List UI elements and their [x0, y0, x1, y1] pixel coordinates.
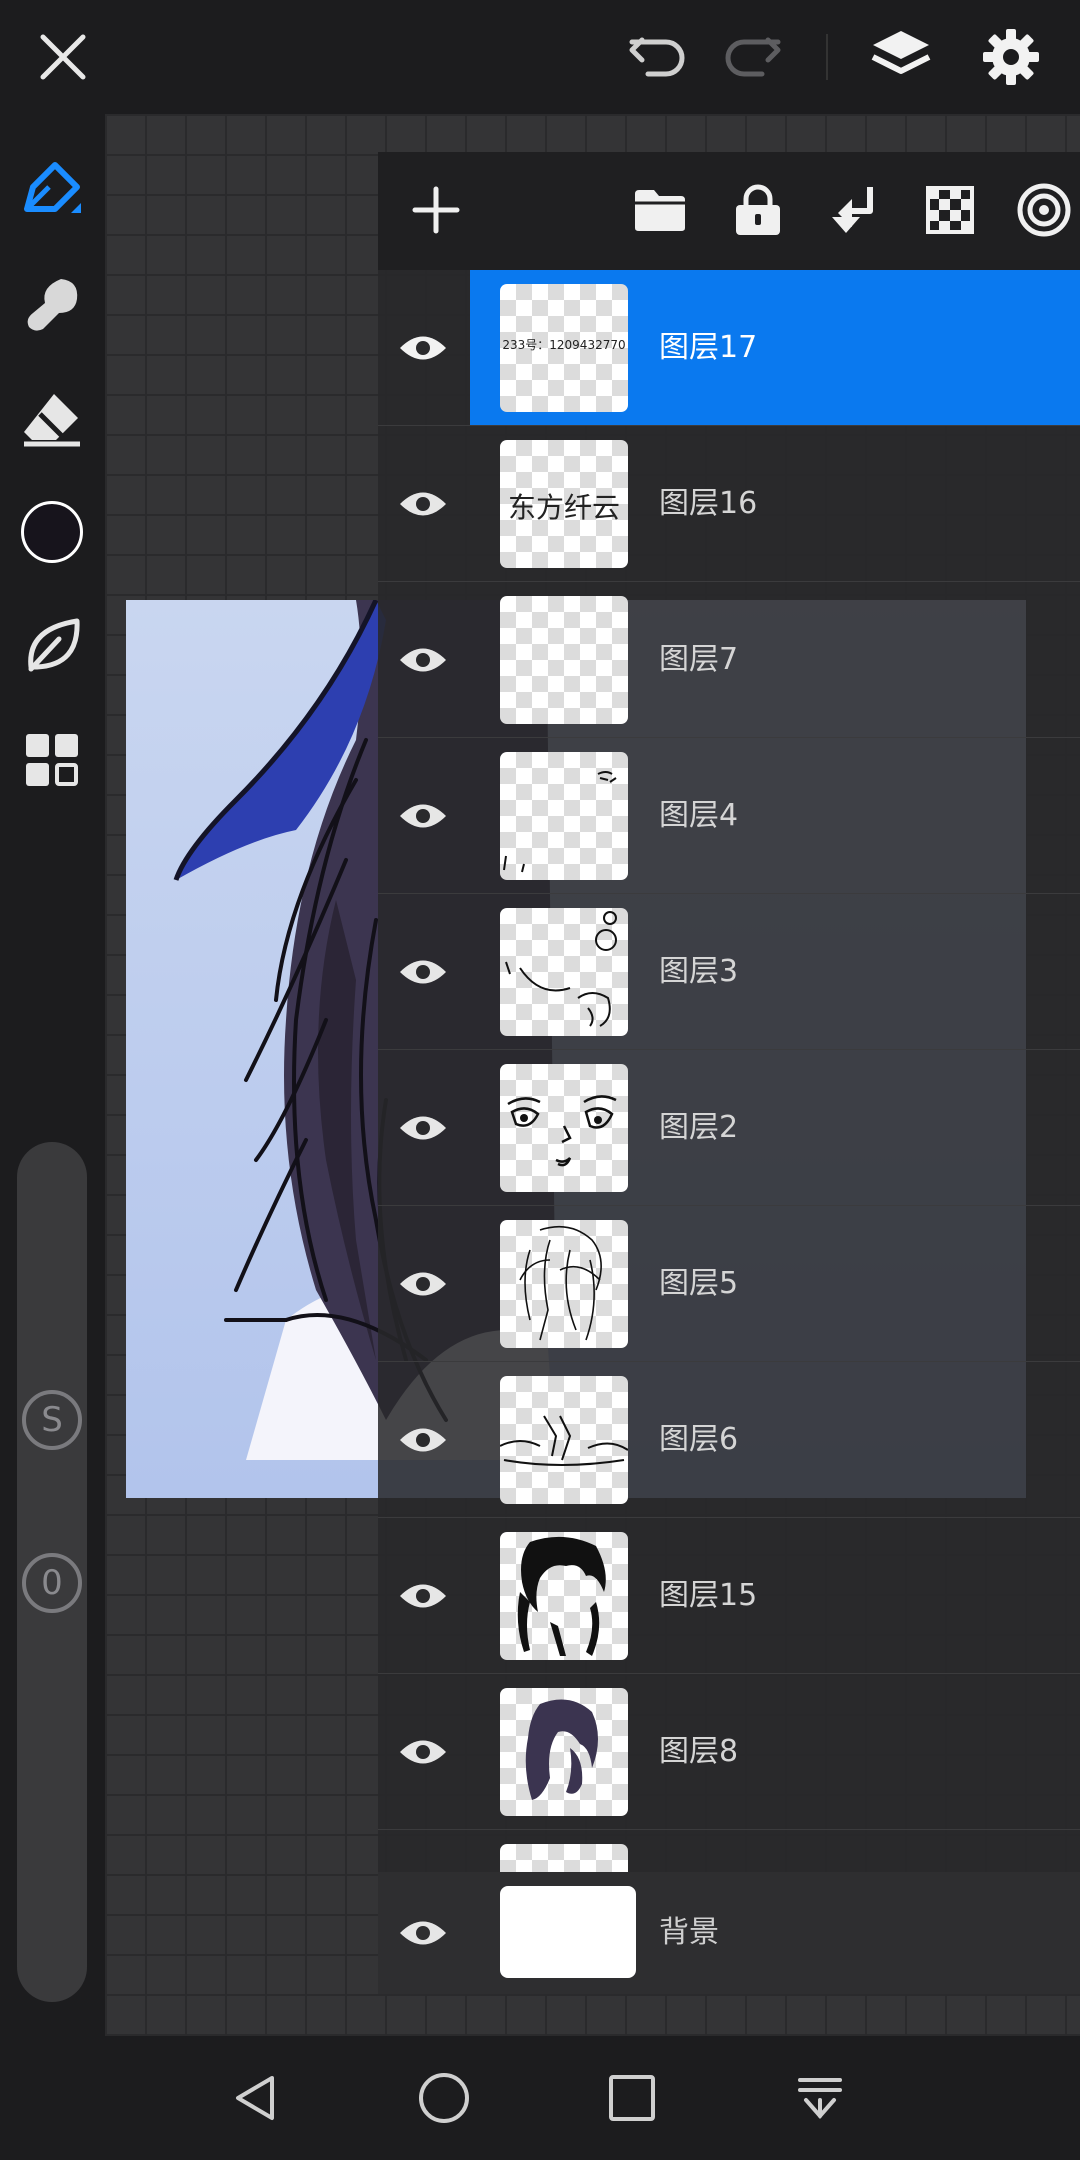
layer-thumbnail — [500, 1220, 628, 1348]
layer-thumbnail: 东方纤云 — [500, 440, 628, 568]
eye-icon[interactable] — [378, 1674, 468, 1829]
smudge-icon[interactable] — [10, 262, 94, 346]
layer-body[interactable]: 233号：1209432770 图层17 — [470, 270, 1080, 425]
layer-name: 图层4 — [659, 798, 739, 833]
lock-icon[interactable] — [720, 172, 796, 248]
redo-icon[interactable] — [710, 14, 796, 100]
layer-name: 图层3 — [659, 954, 739, 989]
layer-name: 图层5 — [659, 1266, 739, 1301]
layer-body[interactable]: 东方纤云 图层16 — [470, 426, 1080, 581]
eraser-icon[interactable] — [10, 376, 94, 460]
layer-name: 图层8 — [659, 1734, 739, 1769]
home-icon[interactable] — [404, 2058, 484, 2138]
thumbnail-text: 东方纤云 — [507, 491, 620, 524]
checkerboard-icon[interactable] — [912, 172, 988, 248]
top-toolbar — [0, 0, 1080, 114]
eye-icon[interactable] — [378, 270, 468, 425]
layer-row[interactable]: 图层5 — [378, 1206, 1080, 1361]
background-layer-name: 背景 — [659, 1915, 719, 1950]
thumbnail-text: 233号：1209432770 — [502, 338, 626, 352]
layer-name: 图层7 — [659, 642, 739, 677]
eye-icon[interactable] — [378, 1518, 468, 1673]
gear-icon[interactable] — [968, 14, 1054, 100]
layer-toolbar — [378, 152, 1080, 270]
layer-row[interactable]: 东方纤云 图层16 — [378, 426, 1080, 581]
layer-row[interactable]: 图层15 — [378, 1518, 1080, 1673]
layer-body[interactable]: 图层4 — [470, 738, 1080, 893]
layer-thumbnail — [500, 1064, 628, 1192]
tool-sidebar: S 0 — [0, 114, 105, 2036]
target-icon[interactable] — [1006, 172, 1080, 248]
size-slider-knob[interactable]: S — [17, 1385, 87, 1455]
folder-icon[interactable] — [622, 172, 698, 248]
layer-name: 图层16 — [659, 486, 758, 521]
layer-row[interactable]: 图层2 — [378, 1050, 1080, 1205]
notification-icon[interactable] — [780, 2058, 860, 2138]
close-icon[interactable] — [20, 14, 106, 100]
size-slider-label: S — [41, 1400, 63, 1440]
layer-thumbnail — [500, 596, 628, 724]
layer-row[interactable]: 233号：1209432770 图层17 — [378, 270, 1080, 425]
back-icon[interactable] — [216, 2058, 296, 2138]
merge-down-icon[interactable] — [818, 172, 894, 248]
eye-icon[interactable] — [378, 894, 468, 1049]
current-color — [21, 501, 83, 563]
layer-row[interactable]: 图层3 — [378, 894, 1080, 1049]
layer-row[interactable]: 图层4 — [378, 738, 1080, 893]
layer-body[interactable]: 图层8 — [470, 1674, 1080, 1829]
layer-body[interactable]: 图层3 — [470, 894, 1080, 1049]
leaf-icon[interactable] — [10, 604, 94, 688]
recents-icon[interactable] — [592, 2058, 672, 2138]
eye-icon[interactable] — [378, 582, 468, 737]
eye-icon[interactable] — [378, 1872, 468, 1994]
system-nav-bar — [0, 2036, 1080, 2160]
layer-panel: 233号：1209432770 图层17 东方纤云 图层16 图层7 图层4 图… — [378, 152, 1080, 1994]
toolbar-divider — [826, 34, 828, 80]
layer-name: 图层15 — [659, 1578, 758, 1613]
layer-body[interactable]: 图层15 — [470, 1518, 1080, 1673]
background-layer-row[interactable]: 背景 — [378, 1872, 1080, 1994]
eye-icon[interactable] — [378, 1362, 468, 1517]
eye-icon[interactable] — [378, 738, 468, 893]
undo-icon[interactable] — [614, 14, 700, 100]
opacity-slider-label: 0 — [41, 1563, 63, 1603]
opacity-slider-knob[interactable]: 0 — [17, 1548, 87, 1618]
layer-thumbnail — [500, 1688, 628, 1816]
add-icon[interactable] — [398, 172, 474, 248]
layer-thumbnail — [500, 752, 628, 880]
layer-name: 图层2 — [659, 1110, 739, 1145]
layer-row[interactable]: 图层6 — [378, 1362, 1080, 1517]
layer-thumbnail — [500, 908, 628, 1036]
eye-icon[interactable] — [378, 426, 468, 581]
layer-row[interactable]: 图层7 — [378, 582, 1080, 737]
layer-body[interactable]: 图层6 — [470, 1362, 1080, 1517]
layer-body[interactable]: 图层2 — [470, 1050, 1080, 1205]
layer-body[interactable]: 图层5 — [470, 1206, 1080, 1361]
layer-thumbnail: 233号：1209432770 — [500, 284, 628, 412]
pen-icon[interactable] — [10, 148, 94, 232]
layer-row[interactable]: 图层8 — [378, 1674, 1080, 1829]
layer-name: 图层6 — [659, 1422, 739, 1457]
color-swatch[interactable] — [10, 490, 94, 574]
eye-icon[interactable] — [378, 1206, 468, 1361]
layer-thumbnail — [500, 1376, 628, 1504]
layer-list[interactable]: 233号：1209432770 图层17 东方纤云 图层16 图层7 图层4 图… — [378, 270, 1080, 1990]
background-thumbnail — [500, 1886, 636, 1978]
layer-name: 图层17 — [659, 330, 758, 365]
eye-icon[interactable] — [378, 1050, 468, 1205]
layer-body[interactable]: 图层7 — [470, 582, 1080, 737]
grid-icon[interactable] — [10, 718, 94, 802]
layers-icon[interactable] — [858, 14, 944, 100]
layer-thumbnail — [500, 1532, 628, 1660]
